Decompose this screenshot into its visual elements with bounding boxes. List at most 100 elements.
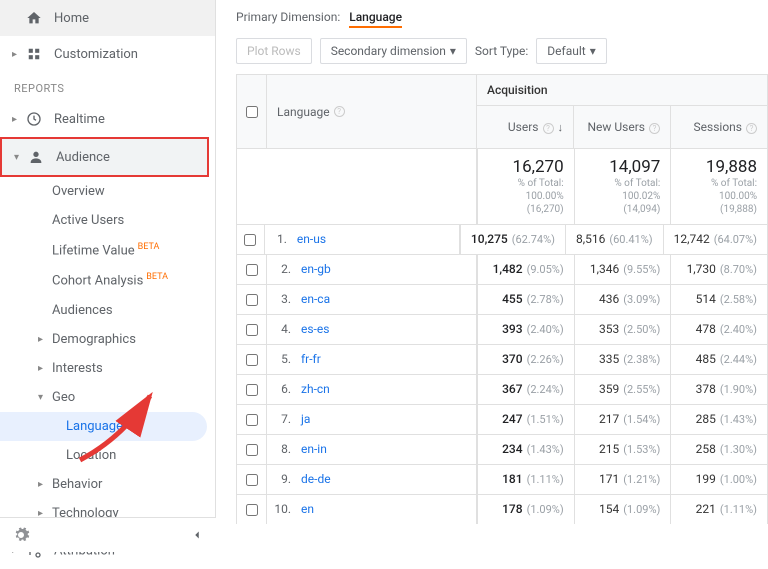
cell-language: zh-cn	[295, 375, 477, 404]
help-icon[interactable]: ?	[746, 123, 757, 134]
beta-badge: BETA	[138, 242, 160, 252]
row-index: 1.	[265, 225, 291, 254]
sort-type-dropdown[interactable]: Default▾	[536, 38, 606, 64]
totals-row: 16,270% of Total: 100.00%(16,270) 14,097…	[237, 148, 767, 224]
sub-cohort[interactable]: Cohort AnalysisBETA	[0, 265, 215, 295]
cell-sessions: 199(1.00%)	[670, 465, 767, 494]
nav-customization-label: Customization	[54, 47, 138, 62]
nav-audience[interactable]: ▾ Audience	[2, 139, 207, 175]
help-icon[interactable]: ?	[543, 123, 554, 134]
row-index: 3.	[267, 285, 295, 314]
language-link[interactable]: de-de	[301, 472, 331, 486]
sub-active-users[interactable]: Active Users	[0, 206, 215, 235]
plot-rows-button[interactable]: Plot Rows	[236, 38, 312, 64]
row-checkbox-cell	[237, 375, 267, 404]
row-checkbox-cell	[237, 465, 267, 494]
sub-interests[interactable]: ▸Interests	[0, 354, 215, 383]
collapse-icon[interactable]	[190, 528, 204, 542]
cell-new-users: 154(1.09%)	[574, 495, 671, 524]
column-sessions[interactable]: Sessions?	[670, 106, 767, 148]
column-users[interactable]: Users?↓	[477, 106, 573, 148]
sub-geo[interactable]: ▾Geo	[0, 383, 215, 412]
primary-dimension-value[interactable]: Language	[349, 10, 402, 28]
highlight-box: ▾ Audience	[0, 137, 209, 177]
language-link[interactable]: en-us	[297, 232, 326, 246]
row-checkbox-cell	[237, 495, 267, 524]
row-checkbox[interactable]	[246, 504, 258, 516]
cell-users: 181(1.11%)	[477, 465, 574, 494]
language-link[interactable]: en-gb	[301, 262, 331, 276]
row-index: 10.	[267, 495, 295, 524]
language-link[interactable]: zh-cn	[301, 382, 330, 396]
row-checkbox[interactable]	[246, 414, 258, 426]
language-link[interactable]: ja	[301, 412, 310, 426]
row-checkbox-cell	[237, 285, 267, 314]
sort-type-label: Sort Type:	[475, 44, 528, 58]
gear-icon[interactable]	[12, 526, 30, 544]
select-all-checkbox[interactable]	[246, 106, 258, 118]
cell-new-users: 335(2.38%)	[574, 345, 671, 374]
nav-home[interactable]: Home	[0, 0, 215, 36]
sub-location[interactable]: Location	[0, 441, 215, 470]
clock-icon	[24, 109, 44, 129]
total-new-users: 14,097% of Total:100.02% (14,094)	[574, 149, 671, 224]
row-index: 7.	[267, 405, 295, 434]
sidebar: Home ▸ Customization REPORTS ▸ Realtime …	[0, 0, 216, 552]
column-new-users[interactable]: New Users?	[573, 106, 670, 148]
help-icon[interactable]: ?	[649, 123, 660, 134]
cell-new-users: 171(1.21%)	[574, 465, 671, 494]
nav-realtime[interactable]: ▸ Realtime	[0, 101, 215, 137]
row-checkbox[interactable]	[246, 444, 258, 456]
cell-users: 370(2.26%)	[477, 345, 574, 374]
row-checkbox[interactable]	[246, 474, 258, 486]
sub-language[interactable]: Language	[0, 412, 207, 441]
sub-behavior[interactable]: ▸Behavior	[0, 470, 215, 499]
nav-customization[interactable]: ▸ Customization	[0, 36, 215, 72]
row-index: 8.	[267, 435, 295, 464]
row-index: 4.	[267, 315, 295, 344]
table-row: 3.en-ca455(2.78%)436(3.09%)514(2.58%)	[237, 284, 767, 314]
cell-sessions: 485(2.44%)	[670, 345, 767, 374]
row-checkbox[interactable]	[246, 384, 258, 396]
cell-users: 247(1.51%)	[477, 405, 574, 434]
column-language[interactable]: Language?	[267, 75, 477, 148]
chevron-down-icon: ▾	[590, 44, 596, 58]
row-checkbox-cell	[237, 255, 267, 284]
cell-users: 393(2.40%)	[477, 315, 574, 344]
nav-audience-label: Audience	[56, 150, 110, 165]
language-link[interactable]: en	[301, 502, 314, 516]
row-checkbox[interactable]	[246, 324, 258, 336]
cell-new-users: 353(2.50%)	[574, 315, 671, 344]
row-checkbox[interactable]	[246, 354, 258, 366]
cell-language: en-gb	[295, 255, 477, 284]
cell-users: 455(2.78%)	[477, 285, 574, 314]
language-link[interactable]: es-es	[301, 322, 329, 336]
cell-new-users: 359(2.55%)	[574, 375, 671, 404]
cell-sessions: 285(1.43%)	[670, 405, 767, 434]
table-row: 7.ja247(1.51%)217(1.54%)285(1.43%)	[237, 404, 767, 434]
language-link[interactable]: fr-fr	[301, 352, 321, 366]
table-row: 8.en-in234(1.43%)215(1.53%)258(1.30%)	[237, 434, 767, 464]
sub-audiences[interactable]: Audiences	[0, 296, 215, 325]
bottom-bar	[0, 517, 216, 552]
row-checkbox[interactable]	[246, 264, 258, 276]
table-controls: Plot Rows Secondary dimension▾ Sort Type…	[236, 32, 768, 74]
sub-overview[interactable]: Overview	[0, 177, 215, 206]
sub-demographics[interactable]: ▸Demographics	[0, 325, 215, 354]
caret-right-icon: ▸	[38, 363, 52, 374]
cell-users: 1,482(9.05%)	[477, 255, 574, 284]
chevron-down-icon: ▾	[450, 44, 456, 58]
sub-lifetime-value[interactable]: Lifetime ValueBETA	[0, 235, 215, 265]
cell-users: 234(1.43%)	[477, 435, 574, 464]
caret-right-icon: ▸	[38, 334, 52, 345]
help-icon[interactable]: ?	[334, 106, 345, 117]
cell-sessions: 221(1.11%)	[670, 495, 767, 524]
row-checkbox[interactable]	[246, 294, 258, 306]
language-link[interactable]: en-ca	[301, 292, 330, 306]
row-checkbox[interactable]	[244, 234, 256, 246]
cell-language: fr-fr	[295, 345, 477, 374]
cell-new-users: 8,516(60.41%)	[565, 225, 663, 254]
language-link[interactable]: en-in	[301, 442, 327, 456]
secondary-dimension-dropdown[interactable]: Secondary dimension▾	[320, 38, 467, 64]
cell-new-users: 436(3.09%)	[574, 285, 671, 314]
